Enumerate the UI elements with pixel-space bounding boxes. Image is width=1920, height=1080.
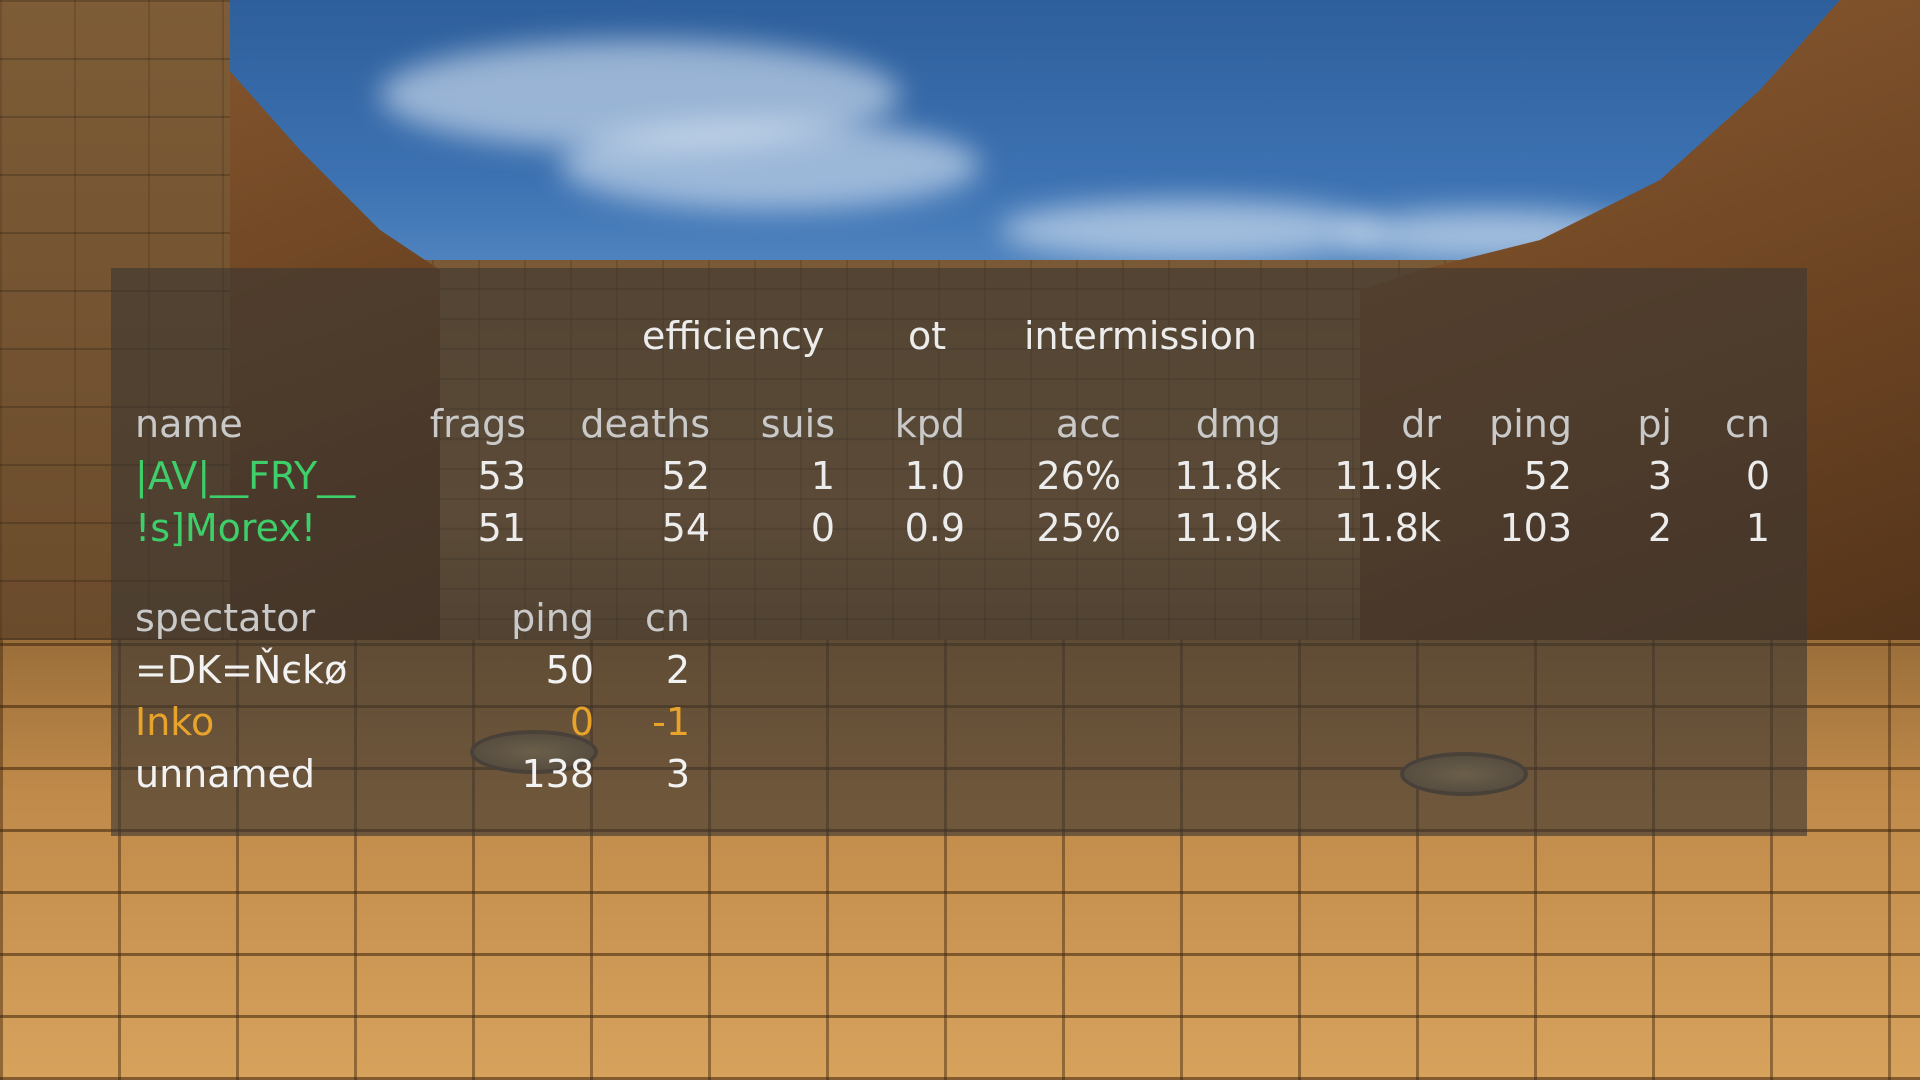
col-header-deaths: deaths xyxy=(580,402,710,446)
spectator-table-header: spectator ping cn xyxy=(111,592,1807,644)
col-header-suis: suis xyxy=(760,402,835,446)
col-header-dmg: dmg xyxy=(1195,402,1281,446)
player-dmg: 11.9k xyxy=(1174,506,1281,550)
cloud xyxy=(1000,200,1380,260)
player-cn: 0 xyxy=(1745,454,1770,498)
col-header-dr: dr xyxy=(1401,402,1441,446)
match-status-line: efficiency ot intermission xyxy=(111,310,1807,362)
spectator-name: Inko xyxy=(135,700,215,744)
player-kpd: 0.9 xyxy=(904,506,965,550)
player-table-header: name frags deaths suis kpd acc dmg dr pi… xyxy=(111,398,1807,450)
player-pj: 2 xyxy=(1647,506,1672,550)
player-name: !s]Morex! xyxy=(135,506,317,550)
col-header-spectator-ping: ping xyxy=(511,596,594,640)
player-deaths: 52 xyxy=(661,454,710,498)
player-name: |AV|__FRY__ xyxy=(135,454,356,498)
col-header-frags: frags xyxy=(429,402,526,446)
player-pj: 3 xyxy=(1647,454,1672,498)
player-row: !s]Morex! 51 54 0 0.9 25% 11.9k 11.8k 10… xyxy=(111,502,1807,554)
phase-label: intermission xyxy=(1024,314,1257,358)
player-acc: 26% xyxy=(1036,454,1121,498)
player-dmg: 11.8k xyxy=(1174,454,1281,498)
player-dr: 11.9k xyxy=(1334,454,1441,498)
col-header-spectator-cn: cn xyxy=(645,596,690,640)
player-suis: 1 xyxy=(810,454,835,498)
col-header-pj: pj xyxy=(1637,402,1672,446)
spectator-name: unnamed xyxy=(135,752,316,796)
player-acc: 25% xyxy=(1036,506,1121,550)
player-dr: 11.8k xyxy=(1334,506,1441,550)
player-frags: 51 xyxy=(477,506,526,550)
col-header-cn: cn xyxy=(1725,402,1770,446)
spectator-ping: 0 xyxy=(569,700,594,744)
spectator-ping: 138 xyxy=(521,752,594,796)
player-suis: 0 xyxy=(810,506,835,550)
player-cn: 1 xyxy=(1745,506,1770,550)
player-ping: 103 xyxy=(1499,506,1572,550)
spectator-name: =DK=Ňєkø xyxy=(135,648,348,692)
col-header-acc: acc xyxy=(1055,402,1121,446)
player-kpd: 1.0 xyxy=(904,454,965,498)
player-frags: 53 xyxy=(477,454,526,498)
col-header-spectator: spectator xyxy=(135,596,316,640)
spectator-cn: 3 xyxy=(665,752,690,796)
col-header-kpd: kpd xyxy=(894,402,965,446)
spectator-cn: -1 xyxy=(652,700,690,744)
spectator-cn: 2 xyxy=(665,648,690,692)
player-ping: 52 xyxy=(1523,454,1572,498)
cloud xyxy=(560,120,980,210)
scoreboard: efficiency ot intermission name frags de… xyxy=(111,268,1807,836)
game-mode-label: efficiency xyxy=(642,314,825,358)
player-deaths: 54 xyxy=(661,506,710,550)
spectator-row: =DK=Ňєkø 50 2 xyxy=(111,644,1807,696)
col-header-ping: ping xyxy=(1489,402,1572,446)
spectator-row: Inko 0 -1 xyxy=(111,696,1807,748)
overtime-label: ot xyxy=(908,314,947,358)
spectator-row: unnamed 138 3 xyxy=(111,748,1807,800)
col-header-name: name xyxy=(135,402,243,446)
spectator-ping: 50 xyxy=(545,648,594,692)
player-row: |AV|__FRY__ 53 52 1 1.0 26% 11.8k 11.9k … xyxy=(111,450,1807,502)
